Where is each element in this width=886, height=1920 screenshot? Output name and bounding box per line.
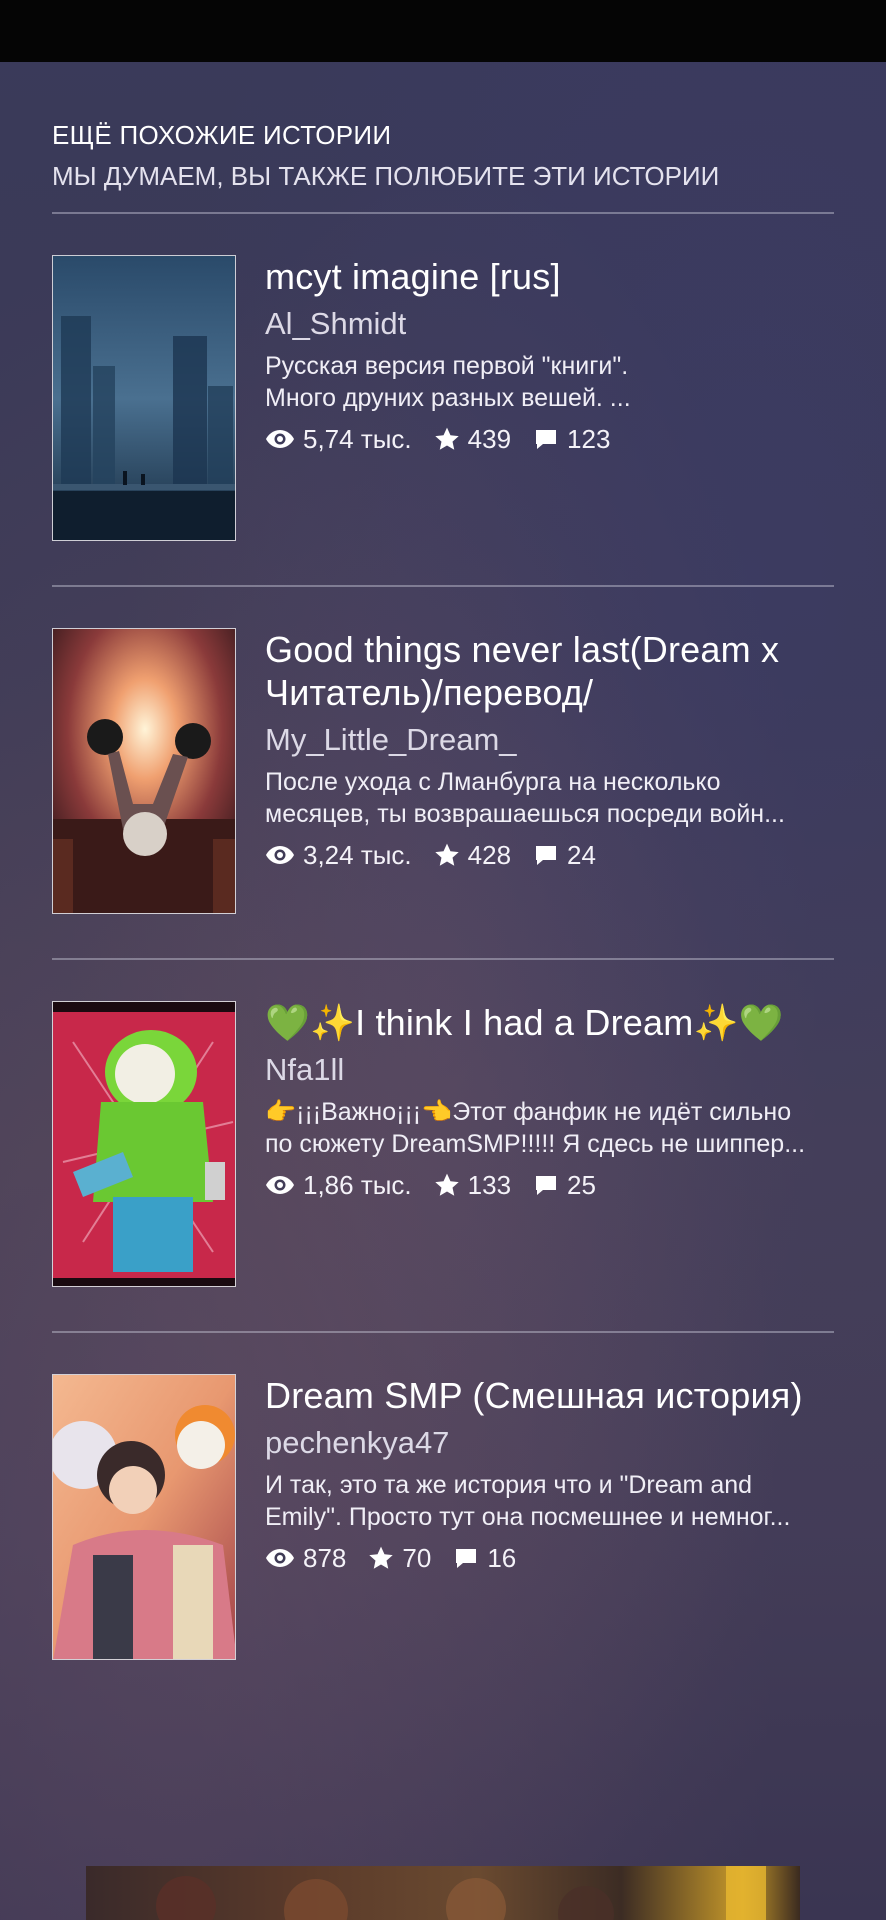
story-info-1: mcyt imagine [rus] Al_Shmidt Русская вер… [265,255,835,456]
votes-stat: 439 [434,422,511,456]
story-cover-3[interactable] [52,1001,236,1287]
story-author[interactable]: Al_Shmidt [265,304,835,344]
title-line: Читатель)/перевод/ [265,672,594,713]
divider [52,1331,834,1333]
story-stats: 878 70 16 [265,1541,835,1575]
story-title[interactable]: Dream SMP (Смешная история) [265,1374,835,1417]
story-author[interactable]: Nfa1ll [265,1050,835,1090]
story-stats: 3,24 тыс. 428 24 [265,838,835,872]
cover-image-sunset [53,629,235,913]
votes-stat: 70 [368,1541,431,1575]
comment-icon [536,846,557,865]
reads-count: 3,24 тыс. [303,840,412,870]
section-subtitle: МЫ ДУМАЕМ, ВЫ ТАКЖЕ ПОЛЮБИТЕ ЭТИ ИСТОРИИ [52,161,720,191]
comment-icon [456,1549,477,1568]
description-line: по сюжету DreamSMP!!!!! Я сдесь не шиппе… [265,1130,806,1158]
description-line: Много друних разных вешей. ... [265,384,631,412]
eye-icon [266,1176,294,1194]
votes-stat: 428 [434,838,511,872]
comment-icon [536,430,557,449]
story-description: После ухода с Лманбурга на несколько мес… [265,766,835,830]
story-item-2[interactable]: Good things never last(Dream x Читатель)… [52,628,834,918]
cover-image-group-characters [53,1375,235,1659]
reads-count: 878 [303,1543,347,1573]
comments-stat: 16 [453,1541,516,1575]
screen: ЕЩЁ ПОХОЖИЕ ИСТОРИИ МЫ ДУМАЕМ, ВЫ ТАКЖЕ … [0,0,886,1920]
story-title[interactable]: 💚✨I think I had a Dream✨💚 [265,1001,835,1044]
story-description: 👉¡¡¡Важно¡¡¡👈Этот фанфик не идёт сильно … [265,1096,835,1160]
story-cover-2[interactable] [52,628,236,914]
votes-stat: 133 [434,1168,511,1202]
eye-icon [266,846,294,864]
section-title: ЕЩЁ ПОХОЖИЕ ИСТОРИИ [52,120,392,150]
votes-count: 70 [402,1543,432,1573]
star-icon [434,843,459,866]
story-info-3: 💚✨I think I had a Dream✨💚 Nfa1ll 👉¡¡¡Важ… [265,1001,835,1202]
votes-count: 428 [467,840,512,870]
votes-count: 439 [467,424,512,454]
reads-count: 5,74 тыс. [303,424,412,454]
star-icon [369,1546,394,1569]
story-author[interactable]: My_Little_Dream_ [265,720,835,760]
story-description: И так, это та же история что и "Dream an… [265,1469,835,1533]
story-description: Русская версия первой "книги". Много дру… [265,350,835,414]
story-cover-1[interactable] [52,255,236,541]
title-line: Good things never last(Dream x [265,629,780,670]
story-title[interactable]: mcyt imagine [rus] [265,255,835,298]
description-line: месяцев, ты возврашаешься посреди войн..… [265,800,785,828]
reads-stat: 1,86 тыс. [265,1168,412,1202]
reads-stat: 5,74 тыс. [265,422,412,456]
votes-count: 133 [467,1170,512,1200]
cover-image-dream-character [53,1002,235,1286]
reads-stat: 878 [265,1541,346,1575]
green-heart-emoji: 💚 [265,1002,311,1043]
eye-icon [266,430,294,448]
story-title[interactable]: Good things never last(Dream x Читатель)… [265,628,835,714]
story-cover-4[interactable] [52,1374,236,1660]
eye-icon [266,1549,294,1567]
cover-image-city [53,256,235,540]
banner-artwork [156,1866,766,1920]
story-info-4: Dream SMP (Смешная история) pechenkya47 … [265,1374,835,1575]
sparkles-emoji: ✨ [693,1002,739,1043]
green-heart-emoji: 💚 [738,1002,784,1043]
star-icon [434,427,459,450]
description-line: Русская версия первой "книги". [265,352,629,380]
reads-count: 1,86 тыс. [303,1170,412,1200]
story-title-text: I think I had a Dream [355,1002,694,1043]
story-item-4[interactable]: Dream SMP (Смешная история) pechenkya47 … [52,1374,834,1664]
story-stats: 1,86 тыс. 133 25 [265,1168,835,1202]
star-icon [434,1173,459,1196]
divider [52,585,834,587]
description-line: Emily". Просто тут она посмешнее и немно… [265,1503,791,1531]
divider [52,958,834,960]
comments-count: 24 [567,840,596,870]
story-stats: 5,74 тыс. 439 123 [265,422,835,456]
comments-stat: 25 [533,1168,596,1202]
comments-stat: 123 [533,422,610,456]
story-info-2: Good things never last(Dream x Читатель)… [265,628,835,872]
description-line: И так, это та же история что и "Dream an… [265,1471,753,1499]
status-bar [0,0,886,62]
story-item-1[interactable]: mcyt imagine [rus] Al_Shmidt Русская вер… [52,255,834,545]
bottom-story-cover-banner[interactable] [86,1866,800,1920]
story-item-3[interactable]: 💚✨I think I had a Dream✨💚 Nfa1ll 👉¡¡¡Важ… [52,1001,834,1291]
description-line: После ухода с Лманбурга на несколько [265,768,721,796]
story-author[interactable]: pechenkya47 [265,1423,835,1463]
comments-stat: 24 [533,838,596,872]
comments-count: 16 [487,1543,517,1573]
comments-count: 123 [567,424,611,454]
sparkles-emoji: ✨ [310,1002,356,1043]
description-line: 👉¡¡¡Важно¡¡¡👈Этот фанфик не идёт сильно [265,1098,792,1126]
divider [52,212,834,214]
comment-icon [536,1176,557,1195]
reads-stat: 3,24 тыс. [265,838,412,872]
comments-count: 25 [567,1170,596,1200]
similar-stories-header: ЕЩЁ ПОХОЖИЕ ИСТОРИИ МЫ ДУМАЕМ, ВЫ ТАКЖЕ … [52,118,834,196]
